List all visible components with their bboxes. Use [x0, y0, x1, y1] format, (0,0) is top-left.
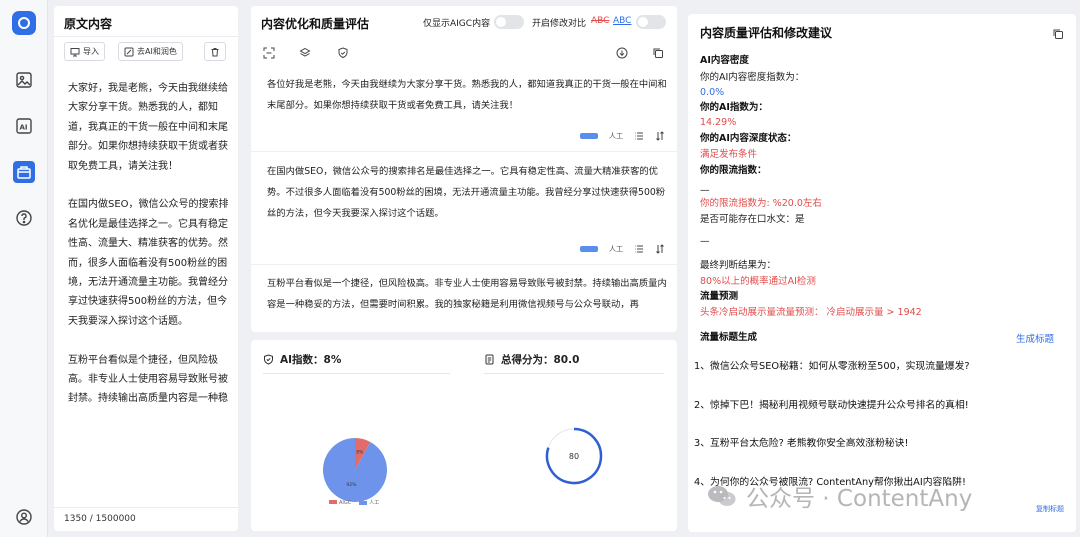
ai-index-heading: 你的AI指数为： — [700, 102, 768, 113]
divider — [251, 151, 677, 152]
char-counter: 1350 / 1500000 — [54, 507, 238, 531]
depth-heading: 你的AI内容深度状态： — [700, 133, 797, 144]
sort-icon[interactable] — [655, 244, 665, 254]
remove-ai-label: 去AI和润色 — [137, 47, 177, 56]
quality-title: 内容质量评估和修改建议 — [700, 26, 833, 40]
toolbox-icon[interactable] — [13, 161, 35, 183]
ai-index-heading: AI指数：8% — [263, 352, 341, 367]
divider — [484, 373, 664, 374]
original-text[interactable]: 大家好，我是老熊，今天由我继续给大家分享干货。熟悉我的人，都知道，我真正的干货一… — [68, 79, 230, 430]
wechat-icon — [708, 486, 736, 506]
only-aigc-label: 仅显示AIGC内容 — [423, 19, 491, 29]
traffic-heading: 流量预测 — [700, 291, 739, 302]
depth-value: 满足发布条件 — [700, 149, 758, 160]
download-icon[interactable] — [616, 44, 628, 59]
shield-check-icon — [264, 354, 273, 365]
remove-ai-button[interactable]: 去AI和润色 — [118, 42, 183, 61]
ai-ratio-bar — [580, 246, 598, 252]
copy-icon[interactable] — [652, 44, 664, 58]
sidebar: AI — [0, 0, 48, 537]
ai-icon[interactable]: AI — [13, 115, 35, 137]
final-value: 80%以上的概率通过AI检测 — [700, 276, 816, 287]
sort-icon[interactable] — [655, 131, 665, 141]
list-icon[interactable] — [634, 131, 644, 141]
total-score-heading: 总得分为：80.0 — [484, 352, 579, 367]
import-button[interactable]: 导入 — [64, 42, 105, 61]
ai-index-value: 14.29% — [700, 117, 737, 128]
final-label: 最终判断结果为： — [700, 260, 777, 271]
kouhuo-text: 是否可能存在口水文：是 — [700, 214, 805, 225]
density-text: 你的AI内容密度指数为： — [700, 72, 805, 83]
shield-icon[interactable] — [337, 44, 349, 59]
total-score-label: 总得分为：80.0 — [501, 354, 580, 366]
pie-slice-label: 8% — [356, 449, 364, 455]
original-title: 原文内容 — [64, 17, 113, 31]
limit-heading: 你的限流指数： — [700, 165, 767, 176]
paragraph-tools: 人工 — [580, 244, 665, 254]
ai-ratio-bar — [580, 133, 598, 139]
watermark: 公众号 · ContentAny — [706, 478, 1066, 514]
limit-value: 你的限流指数为: %20.0左右 — [700, 198, 822, 209]
compare-toggle[interactable] — [636, 15, 666, 29]
only-aigc-toggle[interactable] — [494, 15, 524, 29]
paragraph-tools: 人工 — [580, 131, 665, 141]
abc-deleted-sample: ABC — [591, 16, 610, 26]
help-icon[interactable] — [13, 207, 35, 229]
logo-icon[interactable] — [12, 11, 36, 35]
traffic-value: 头条冷启动展示量流量预测： 冷启动展示量 > 1942 — [700, 307, 922, 318]
original-paragraph: 互粉平台看似是个捷径，但风险极高。非专业人士使用容易导致账号被封禁。持续输出高质… — [68, 354, 228, 405]
density-value: 0.0% — [700, 87, 725, 98]
original-panel: 原文内容 导入 去AI和润色 大家好，我是老熊，今天由我继续给大家分享干货。熟悉… — [54, 6, 238, 531]
user-icon[interactable] — [13, 506, 35, 528]
titles-heading: 流量标题生成 — [700, 332, 758, 343]
title-item[interactable]: 2、惊掉下巴！揭秘利用视频号联动快速提升公众号排名的真相! — [694, 397, 970, 436]
optimized-paragraph[interactable]: 在国内做SEO，微信公众号的搜索排名是最佳选择之一。它具有稳定性高、流量大精准获… — [267, 161, 667, 224]
optimized-paragraph[interactable]: 各位好我是老熊，今天由我继续为大家分享干货。熟悉我的人，都知道我真正的干货一般在… — [267, 74, 667, 116]
optimize-panel: 内容优化和质量评估 仅显示AIGC内容 开启修改对比 ABC ABC 各位好我是… — [251, 6, 677, 332]
original-paragraph: 在国内做SEO，微信公众号的搜索排名优化是最佳选择之一。它具有稳定性高、流量大、… — [68, 199, 229, 327]
pie-slice-label: 92% — [346, 482, 357, 488]
watermark-text: 公众号 · ContentAny — [746, 486, 973, 512]
separator: — — [700, 185, 710, 196]
original-paragraph: 大家好，我是老熊，今天由我继续给大家分享干货。熟悉我的人，都知道，我真正的干货一… — [68, 83, 228, 172]
scan-icon[interactable] — [263, 44, 275, 59]
pie-legend: AIGC 人工 — [329, 499, 379, 506]
svg-text:AI: AI — [20, 124, 28, 132]
optimize-title: 内容优化和质量评估 — [261, 17, 370, 31]
list-icon[interactable] — [634, 244, 644, 254]
compare-label: 开启修改对比 — [532, 19, 587, 29]
optimized-paragraph[interactable]: 互粉平台看似是一个捷径，但风险极高。非专业人士使用容易导致账号被封禁。持续输出高… — [267, 273, 667, 329]
para-tag: 人工 — [609, 132, 623, 140]
image-icon[interactable] — [13, 69, 35, 91]
legend-aigc: AIGC — [329, 500, 351, 506]
quality-panel: 内容质量评估和修改建议 AI内容密度 你的AI内容密度指数为： 0.0% 你的A… — [688, 14, 1076, 532]
trash-icon — [211, 47, 219, 56]
title-item[interactable]: 1、微信公众号SEO秘籍：如何从零涨粉至500，实现流量爆发? — [694, 358, 970, 397]
generate-titles-link[interactable]: 生成标题 — [1016, 331, 1054, 345]
total-score-gauge: 80 — [545, 427, 603, 485]
pie-slice-人工 — [323, 438, 387, 502]
layers-icon[interactable] — [299, 44, 311, 57]
delete-button[interactable] — [204, 42, 226, 61]
divider — [263, 373, 450, 374]
document-icon — [485, 354, 494, 365]
title-item[interactable]: 3、互粉平台太危险? 老熊教你安全高效涨粉秘诀! — [694, 435, 970, 474]
gauge-value: 80 — [569, 452, 579, 461]
abc-inserted-sample: ABC — [613, 16, 632, 26]
legend-human: 人工 — [359, 499, 379, 506]
scores-panel: AI指数：8% 总得分为：80.0 8% 92% 80 AIGC 人工 — [251, 340, 677, 531]
divider — [54, 36, 238, 37]
copy-icon[interactable] — [1052, 25, 1064, 39]
density-heading: AI内容密度 — [700, 55, 749, 66]
import-label: 导入 — [83, 47, 99, 56]
separator: — — [700, 236, 710, 247]
ai-index-label: AI指数：8% — [280, 354, 342, 366]
para-tag: 人工 — [609, 245, 623, 253]
divider — [251, 264, 677, 265]
